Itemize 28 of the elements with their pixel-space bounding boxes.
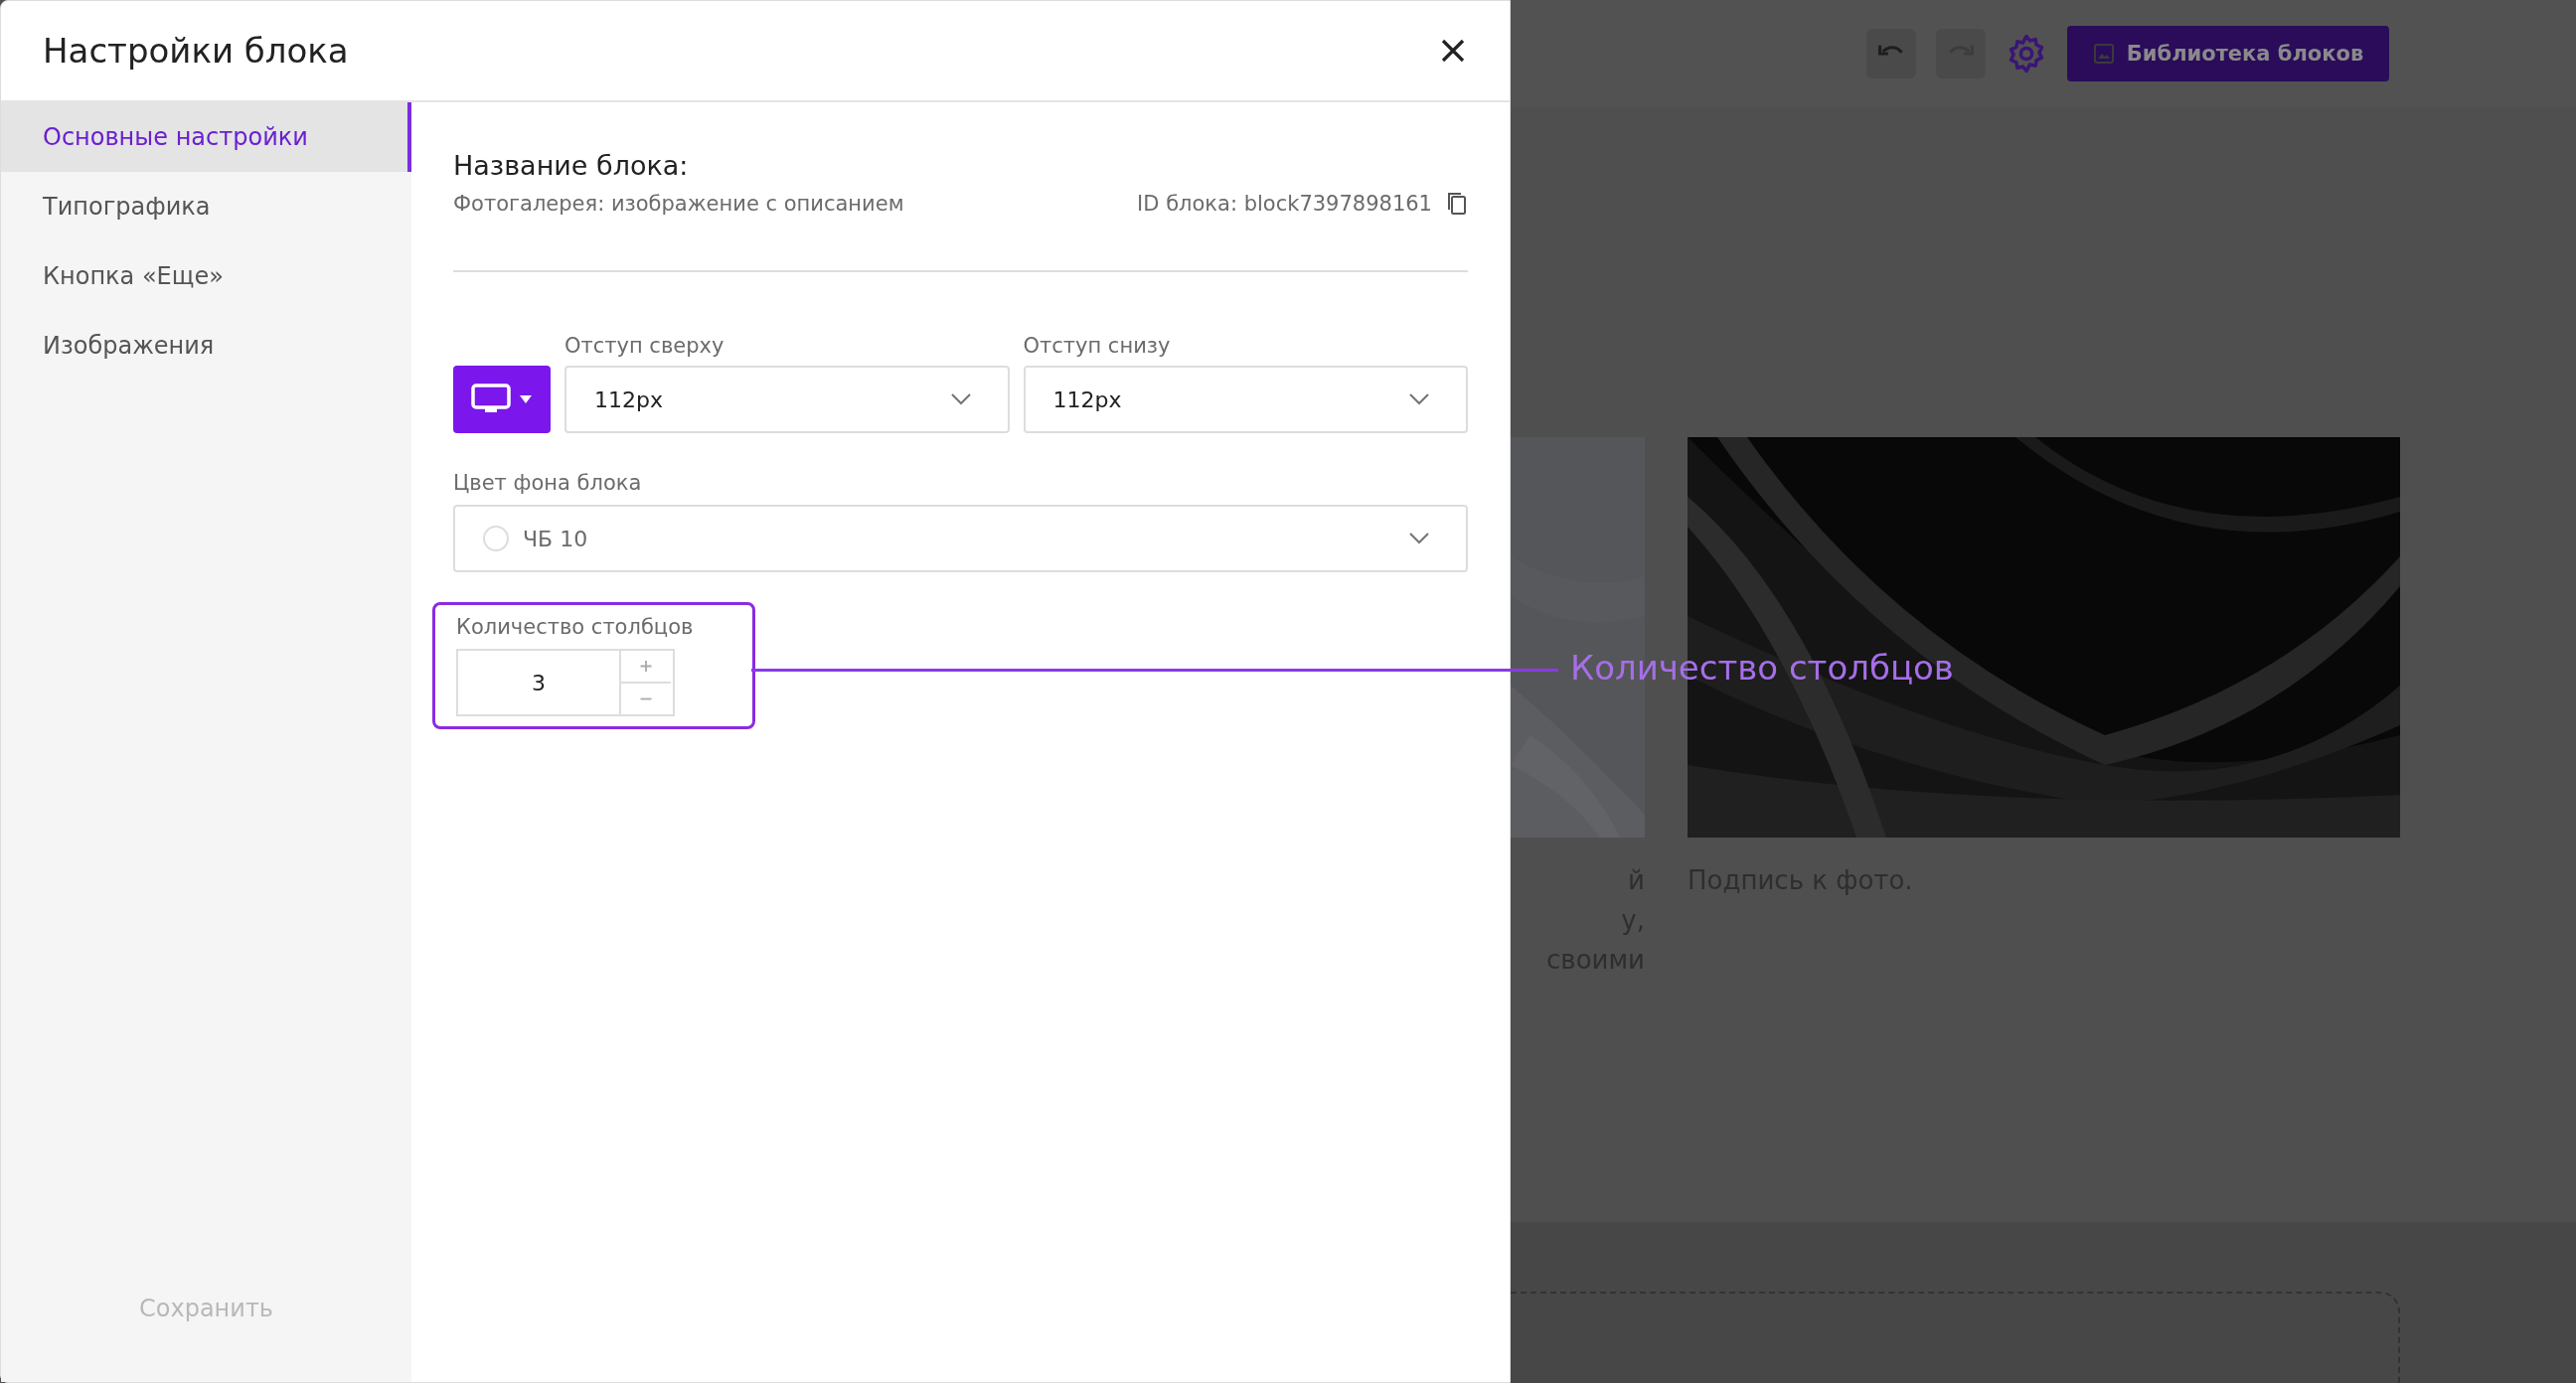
sidebar-item[interactable]: Изображения <box>1 311 411 381</box>
caret-icon <box>519 394 533 404</box>
device-button[interactable] <box>453 366 551 433</box>
sidebar-item[interactable]: Типографика <box>1 172 411 241</box>
image-icon <box>2092 43 2115 65</box>
field-label: Отступ сверху <box>564 334 725 358</box>
chevron-icon <box>1408 532 1430 545</box>
sidebar-item[interactable]: Основные настройки <box>1 102 411 172</box>
block-id-text: ID блока: block7397898161 <box>1137 192 1432 216</box>
chevron-icon <box>949 392 972 406</box>
copy-icon[interactable] <box>1446 191 1468 217</box>
color-swatch-icon <box>483 526 509 551</box>
select-field[interactable]: 112px <box>564 366 1010 433</box>
block-library-button[interactable]: Библиотека блоков <box>2067 26 2389 81</box>
annotation-text: Количество столбцов <box>1570 648 1954 688</box>
number-field[interactable]: 3 <box>456 649 675 716</box>
block-name-value: Фотогалерея: изображение с описанием <box>453 192 904 216</box>
undo-icon[interactable] <box>1866 29 1916 78</box>
sidebar-item[interactable]: Кнопка «Еще» <box>1 241 411 311</box>
field-label: Цвет фона блока <box>453 471 643 495</box>
monitor-icon <box>471 384 511 415</box>
dialog-title: Настройки блока <box>43 31 349 71</box>
chevron-icon <box>1408 392 1430 406</box>
select-field[interactable]: 112px <box>1023 366 1468 433</box>
field-label: Количество столбцов <box>456 615 694 639</box>
field-label: Отступ снизу <box>1023 334 1172 358</box>
block-name-heading: Название блока: <box>453 150 690 181</box>
color-select-field[interactable]: ЧБ 10 <box>453 505 1468 572</box>
